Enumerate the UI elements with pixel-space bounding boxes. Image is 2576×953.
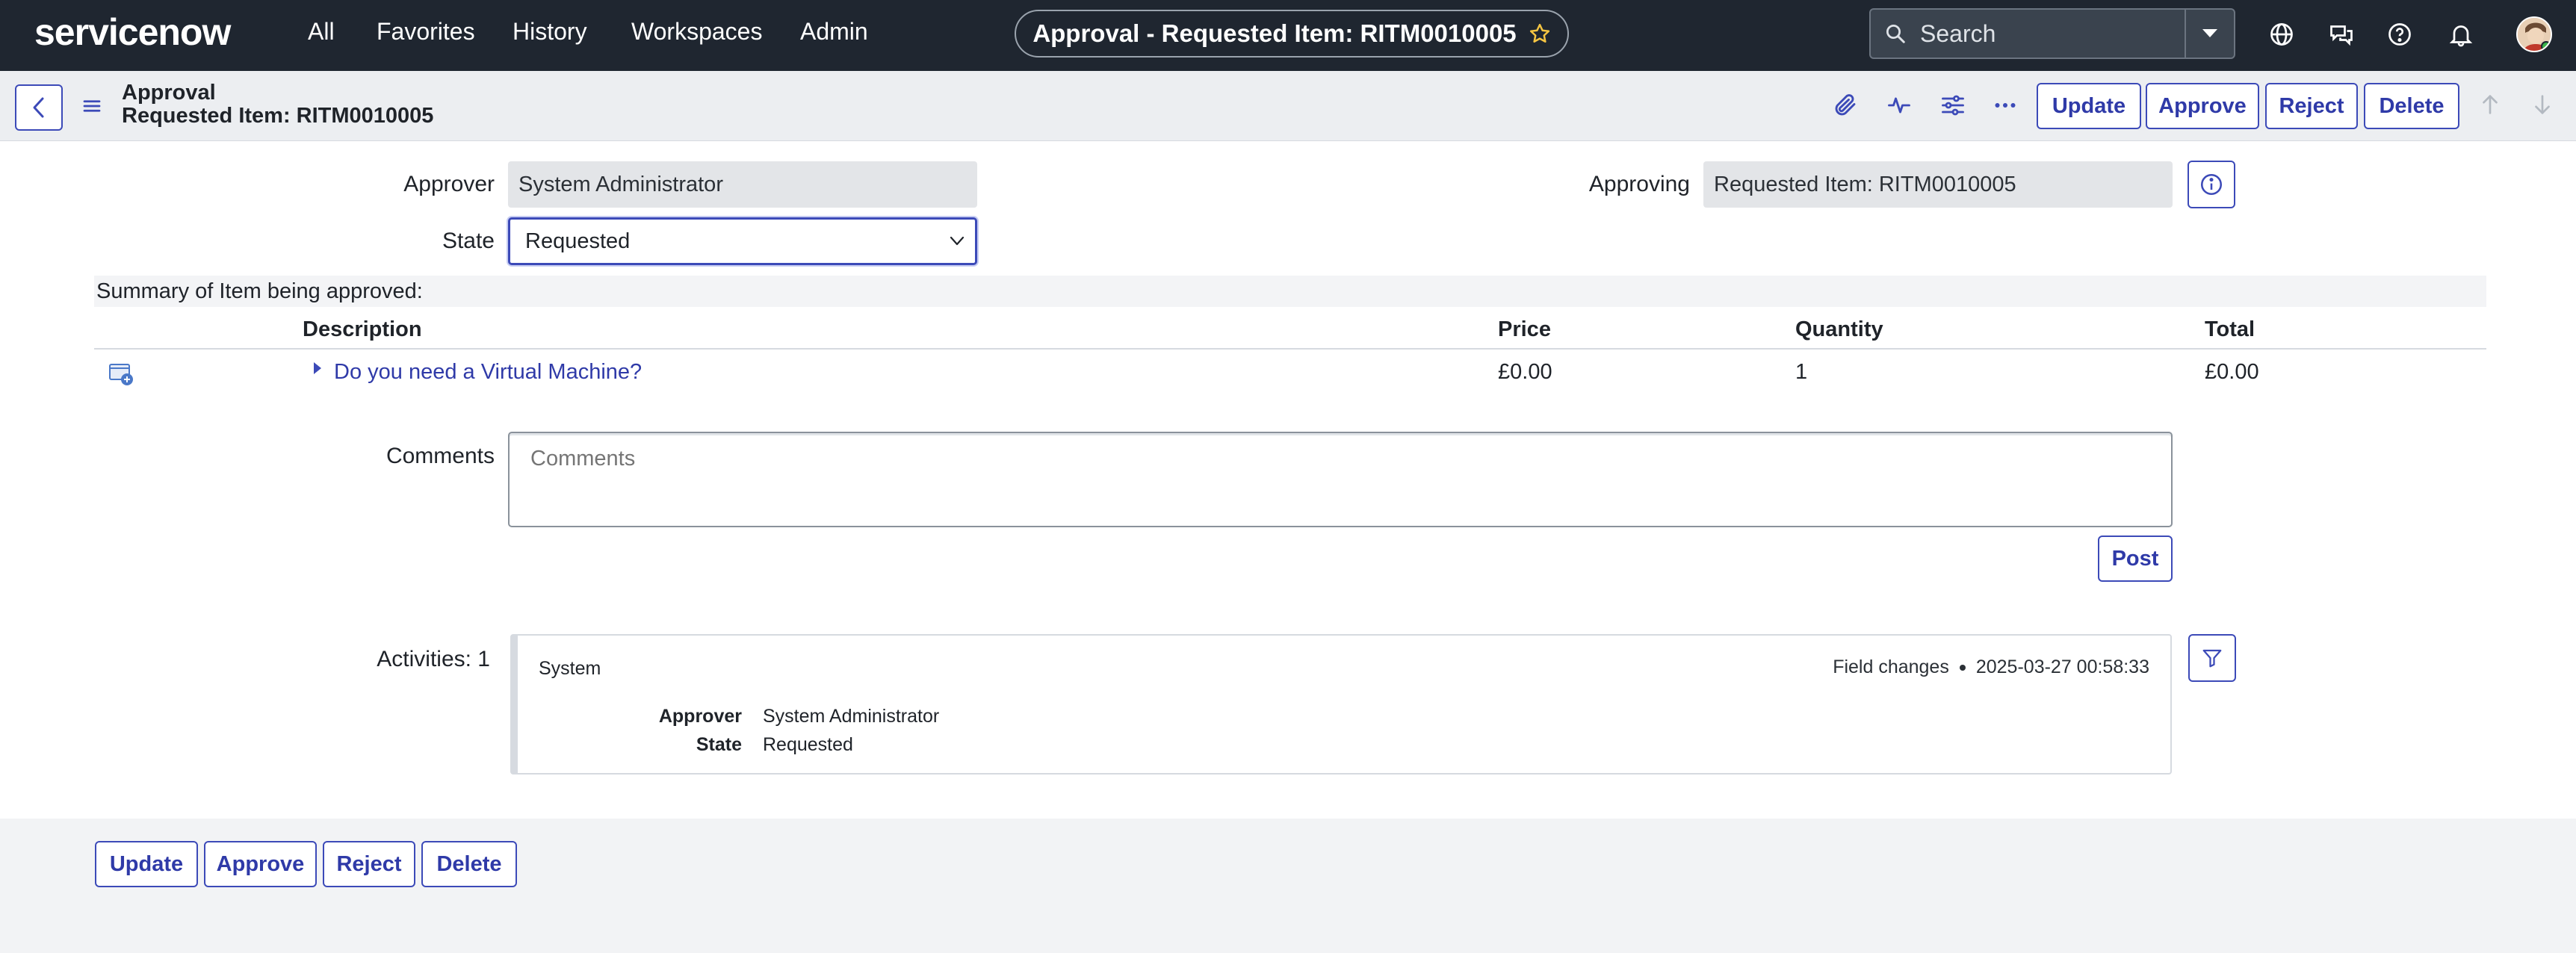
chat-icon[interactable]	[2328, 21, 2355, 48]
chevron-down-icon	[950, 236, 965, 246]
header-delete-button[interactable]: Delete	[2364, 83, 2459, 129]
state-label: State	[442, 229, 495, 253]
approver-label: Approver	[403, 172, 495, 196]
catalog-item-icon[interactable]	[108, 361, 135, 387]
global-search[interactable]: Search	[1869, 8, 2235, 59]
item-quantity: 1	[1795, 360, 1808, 384]
globe-icon[interactable]	[2268, 21, 2295, 48]
post-comment-button[interactable]: Post	[2098, 536, 2173, 582]
search-scope-dropdown[interactable]	[2185, 10, 2234, 58]
chevron-down-icon	[2202, 29, 2217, 37]
search-icon	[1886, 25, 1905, 43]
previous-record-arrow-icon[interactable]	[2477, 91, 2503, 118]
state-selected-value: Requested	[525, 229, 631, 253]
state-select[interactable]: Requested	[508, 217, 977, 265]
activity-type: Field changes	[1833, 656, 1949, 677]
help-icon[interactable]	[2386, 21, 2413, 48]
info-icon	[2200, 173, 2223, 196]
context-title: Approval - Requested Item: RITM0010005	[1032, 19, 1517, 47]
item-total: £0.00	[2205, 360, 2259, 384]
search-input[interactable]: Search	[1871, 10, 2185, 58]
activity-timestamp: 2025-03-27 00:58:33	[1975, 656, 2149, 677]
nav-admin[interactable]: Admin	[800, 18, 868, 46]
record-title: Approval Requested Item: RITM0010005	[122, 81, 433, 128]
activity-meta: Field changes 2025-03-27 00:58:33	[1833, 656, 2149, 678]
activity-entry-card: System Field changes 2025-03-27 00:58:33…	[510, 634, 2172, 774]
table-divider	[94, 348, 2486, 350]
record-header: Approval Requested Item: RITM0010005 Upd…	[0, 71, 2576, 141]
change-field-approver: Approver	[658, 706, 742, 727]
paperclip-icon[interactable]	[1832, 92, 1859, 119]
chevron-left-icon	[33, 97, 44, 118]
user-avatar[interactable]	[2516, 16, 2552, 52]
context-title-pill[interactable]: Approval - Requested Item: RITM0010005	[1015, 10, 1569, 58]
change-value-state: Requested	[763, 734, 853, 755]
next-record-arrow-icon[interactable]	[2530, 91, 2555, 118]
star-icon[interactable]	[1529, 22, 1551, 45]
record-title-display: Requested Item: RITM0010005	[122, 104, 434, 128]
approving-label: Approving	[1588, 172, 1690, 196]
comments-input[interactable]	[508, 432, 2173, 527]
summary-heading: Summary of Item being approved:	[94, 276, 2486, 307]
nav-history[interactable]: History	[513, 18, 587, 46]
footer-delete-button[interactable]: Delete	[421, 841, 517, 887]
personalize-sliders-icon[interactable]	[1939, 92, 1966, 119]
comments-label: Comments	[386, 444, 495, 468]
activity-user: System	[539, 658, 601, 679]
form-footer: Update Approve Reject Delete	[0, 819, 2576, 953]
header-update-button[interactable]: Update	[2037, 83, 2141, 129]
servicenow-logo[interactable]: servicenow	[34, 10, 231, 54]
item-price: £0.00	[1498, 360, 1552, 384]
nav-favorites[interactable]: Favorites	[377, 18, 475, 46]
more-options-icon[interactable]	[1992, 92, 2019, 119]
column-header-price: Price	[1498, 317, 1551, 341]
item-description-link[interactable]: Do you need a Virtual Machine?	[334, 360, 642, 385]
approving-info-button[interactable]	[2188, 161, 2235, 208]
header-approve-button[interactable]: Approve	[2146, 83, 2259, 129]
nav-all[interactable]: All	[308, 18, 335, 46]
nav-workspaces[interactable]: Workspaces	[631, 18, 762, 46]
record-title-table: Approval	[122, 81, 216, 105]
footer-approve-button[interactable]: Approve	[204, 841, 317, 887]
footer-reject-button[interactable]: Reject	[323, 841, 415, 887]
filter-funnel-icon	[2202, 649, 2222, 668]
bell-icon[interactable]	[2447, 21, 2474, 48]
online-status-dot	[2541, 41, 2551, 51]
hamburger-menu-icon[interactable]	[81, 95, 103, 117]
footer-update-button[interactable]: Update	[95, 841, 198, 887]
column-header-description: Description	[303, 317, 422, 341]
column-header-total: Total	[2205, 317, 2255, 341]
search-placeholder: Search	[1920, 19, 1996, 47]
activity-pulse-icon[interactable]	[1886, 92, 1913, 119]
bullet-separator	[1959, 664, 1966, 671]
change-value-approver: System Administrator	[763, 706, 940, 727]
activity-filter-button[interactable]	[2188, 634, 2236, 682]
expand-row-caret-icon[interactable]	[312, 361, 323, 376]
top-navigation-bar: servicenow All Favorites History Workspa…	[0, 0, 2576, 71]
approver-field[interactable]: System Administrator	[508, 161, 977, 208]
change-field-state: State	[696, 734, 742, 755]
activities-label: Activities: 1	[377, 647, 490, 671]
header-reject-button[interactable]: Reject	[2265, 83, 2358, 129]
approving-field[interactable]: Requested Item: RITM0010005	[1703, 161, 2173, 208]
column-header-quantity: Quantity	[1795, 317, 1883, 341]
back-button[interactable]	[15, 84, 63, 131]
